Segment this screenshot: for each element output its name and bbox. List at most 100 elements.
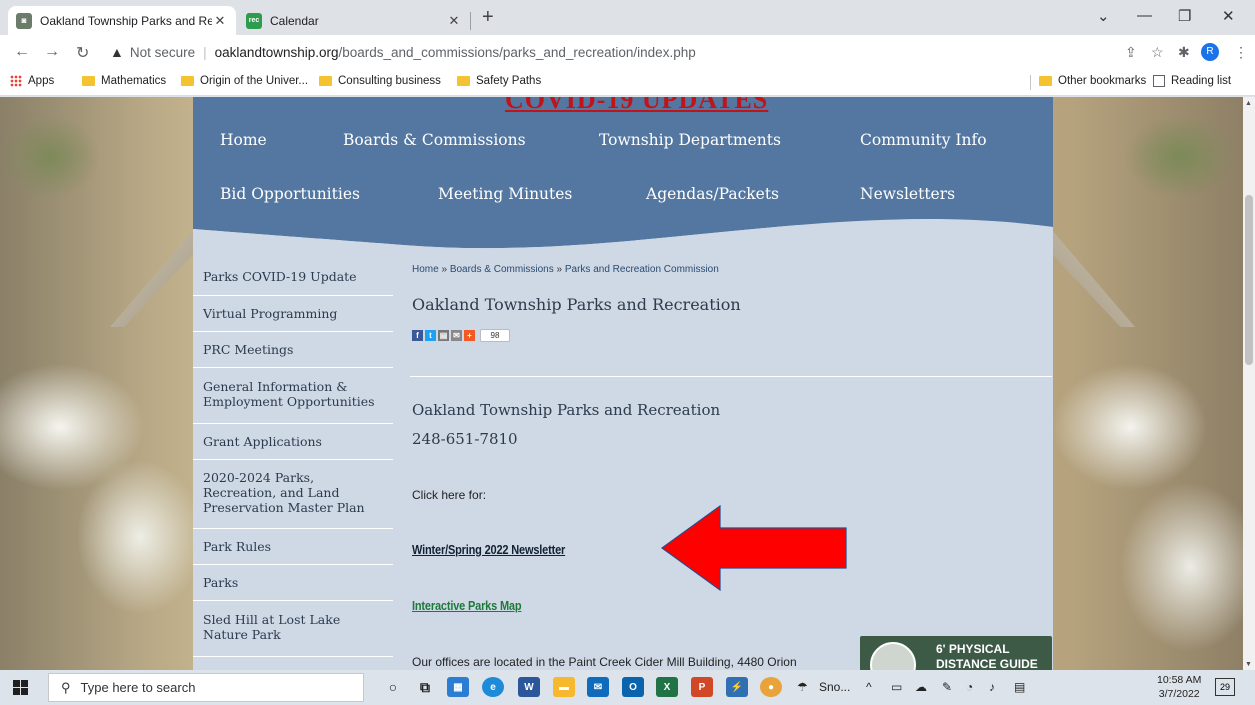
- folder-icon: [457, 76, 470, 86]
- page-scrollbar[interactable]: ▲ ▼: [1243, 97, 1255, 670]
- system-clock[interactable]: 10:58 AM 3/7/2022: [1157, 673, 1201, 701]
- tab-search-chevron-icon[interactable]: ⌄: [1097, 7, 1110, 25]
- pen-icon[interactable]: ✎: [942, 680, 952, 694]
- nav-agendas-packets[interactable]: Agendas/Packets: [646, 185, 779, 203]
- volume-icon[interactable]: ♪: [989, 680, 995, 694]
- restore-button[interactable]: ❐: [1178, 7, 1191, 25]
- sidebar-item-parks-covid[interactable]: Parks COVID-19 Update: [193, 255, 393, 296]
- bookmark-safety-paths[interactable]: Safety Paths: [457, 75, 541, 87]
- sidebar-item-prc-meetings[interactable]: PRC Meetings: [193, 332, 393, 368]
- security-label[interactable]: Not secure: [130, 45, 195, 60]
- scroll-thumb[interactable]: [1245, 195, 1253, 365]
- word-icon[interactable]: W: [518, 677, 540, 697]
- close-window-button[interactable]: ✕: [1222, 7, 1235, 25]
- task-view-icon[interactable]: ⧉: [414, 677, 436, 697]
- onedrive-cloud-icon[interactable]: ☁: [915, 680, 927, 694]
- notification-center-icon[interactable]: 29: [1215, 678, 1235, 696]
- scroll-up-icon[interactable]: ▲: [1245, 100, 1252, 107]
- windows-start-icon[interactable]: [13, 680, 28, 695]
- sidebar-item-virtual-programming[interactable]: Virtual Programming: [193, 296, 393, 332]
- taskbar-search-input[interactable]: ⚲ Type here to search: [48, 673, 364, 702]
- warning-triangle-icon[interactable]: ▲: [110, 44, 124, 60]
- chrome-icon[interactable]: ●: [760, 677, 782, 697]
- breadcrumb-home[interactable]: Home: [412, 264, 439, 275]
- file-explorer-icon[interactable]: ▬: [553, 677, 575, 697]
- back-arrow-icon[interactable]: ←: [14, 43, 30, 61]
- clock-time: 10:58 AM: [1157, 674, 1202, 686]
- reading-list[interactable]: Reading list: [1153, 75, 1231, 87]
- sidebar-item-park-rules[interactable]: Park Rules: [193, 529, 393, 565]
- tray-device-icon[interactable]: ▭: [891, 680, 902, 694]
- mail-icon[interactable]: ✉: [587, 677, 609, 697]
- pin-app-icon[interactable]: ⚡: [726, 677, 748, 697]
- excel-icon[interactable]: X: [656, 677, 678, 697]
- sidebar-item-general-info[interactable]: General Information & Employment Opportu…: [193, 368, 393, 424]
- bookmark-label: Reading list: [1171, 75, 1232, 87]
- email-icon[interactable]: ✉: [451, 330, 462, 341]
- forward-arrow-icon[interactable]: →: [44, 43, 60, 61]
- nav-bid-opportunities[interactable]: Bid Opportunities: [220, 185, 360, 203]
- address-bar[interactable]: ▲ Not secure | oaklandtownship.org/board…: [110, 40, 1160, 64]
- red-arrow-icon: [660, 504, 847, 592]
- tab-oakland-township[interactable]: ◙ Oakland Township Parks and Rec ✕: [8, 6, 236, 35]
- other-bookmarks[interactable]: Other bookmarks: [1039, 75, 1146, 87]
- breadcrumb-separator: »: [441, 264, 448, 275]
- sidebar-item-parks[interactable]: Parks: [193, 565, 393, 601]
- bookmark-apps[interactable]: Apps: [10, 75, 54, 87]
- new-tab-button[interactable]: +: [482, 6, 494, 29]
- share-icon[interactable]: ⇪: [1125, 44, 1137, 61]
- weather-umbrella-icon[interactable]: ☂: [797, 680, 808, 694]
- bookmark-origin-of-universe[interactable]: Origin of the Univer...: [181, 75, 308, 87]
- nav-boards-commissions[interactable]: Boards & Commissions: [343, 131, 526, 149]
- minimize-button[interactable]: —: [1137, 7, 1152, 24]
- nav-home[interactable]: Home: [220, 131, 267, 149]
- url-host[interactable]: oaklandtownship.org: [215, 45, 339, 60]
- tray-chevron-icon[interactable]: ^: [866, 680, 872, 694]
- sidebar-item-master-plan[interactable]: 2020-2024 Parks, Recreation, and Land Pr…: [193, 460, 393, 529]
- bookmark-mathematics[interactable]: Mathematics: [82, 75, 166, 87]
- keyboard-icon[interactable]: ▤: [1014, 680, 1025, 694]
- calculator-icon[interactable]: ▦: [447, 677, 469, 697]
- physical-distance-guide-banner[interactable]: 6' PHYSICAL DISTANCE GUIDE: [860, 636, 1052, 670]
- powerpoint-icon[interactable]: P: [691, 677, 713, 697]
- close-tab-icon[interactable]: ✕: [212, 13, 228, 29]
- print-icon[interactable]: ▤: [438, 330, 449, 341]
- covid-updates-banner[interactable]: COVID-19 UPDATES: [505, 97, 768, 115]
- close-tab-icon[interactable]: ✕: [446, 13, 462, 29]
- nav-community-info[interactable]: Community Info: [860, 131, 987, 149]
- sidebar-nav: Parks COVID-19 Update Virtual Programmin…: [193, 255, 393, 657]
- nav-meeting-minutes[interactable]: Meeting Minutes: [438, 185, 572, 203]
- content-divider: [410, 376, 1052, 377]
- nav-newsletters[interactable]: Newsletters: [860, 185, 955, 203]
- bookmark-star-icon[interactable]: ☆: [1151, 44, 1164, 61]
- facebook-icon[interactable]: f: [412, 330, 423, 341]
- profile-avatar[interactable]: R: [1201, 43, 1219, 61]
- wifi-icon[interactable]: ◔: [966, 680, 973, 694]
- twitter-icon[interactable]: t: [425, 330, 436, 341]
- folder-icon: [319, 76, 332, 86]
- edge-browser-icon[interactable]: e: [482, 677, 504, 697]
- outlook-icon[interactable]: O: [622, 677, 644, 697]
- breadcrumb-current: Parks and Recreation Commission: [564, 264, 719, 275]
- share-count: 98: [480, 329, 510, 342]
- breadcrumb-boards[interactable]: Boards & Commissions: [450, 264, 554, 275]
- interactive-parks-map-link[interactable]: Interactive Parks Map: [412, 599, 522, 613]
- township-seal-icon: [870, 642, 916, 670]
- sidebar-item-grant-applications[interactable]: Grant Applications: [193, 424, 393, 460]
- reload-icon[interactable]: ↻: [76, 43, 89, 63]
- add-share-icon[interactable]: +: [464, 330, 475, 341]
- bookmark-label: Origin of the Univer...: [200, 75, 309, 87]
- menu-kebab-icon[interactable]: ⋮: [1234, 44, 1248, 61]
- guide-line-1: 6' PHYSICAL: [936, 642, 1010, 656]
- cortana-icon[interactable]: ○: [382, 677, 404, 697]
- tab-calendar[interactable]: rec Calendar ✕: [238, 6, 470, 35]
- bookmark-consulting-business[interactable]: Consulting business: [319, 75, 441, 87]
- sidebar-item-sled-hill[interactable]: Sled Hill at Lost Lake Nature Park: [193, 601, 393, 657]
- scroll-down-icon[interactable]: ▼: [1245, 661, 1252, 668]
- url-path[interactable]: /boards_and_commissions/parks_and_recrea…: [339, 45, 696, 60]
- extensions-puzzle-icon[interactable]: ✱: [1178, 44, 1190, 61]
- folder-icon: [1039, 76, 1052, 86]
- nav-township-departments[interactable]: Township Departments: [599, 131, 781, 149]
- weather-text[interactable]: Sno...: [819, 680, 850, 694]
- newsletter-link[interactable]: Winter/Spring 2022 Newsletter: [412, 543, 565, 557]
